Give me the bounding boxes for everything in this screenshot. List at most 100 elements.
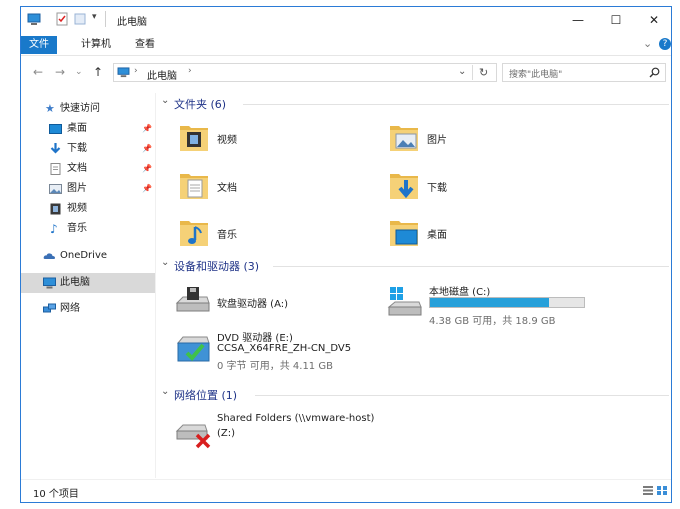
sidebar-item-label: 下载 bbox=[67, 143, 87, 154]
music-note-icon: ♪ bbox=[50, 222, 58, 236]
chevron-down-icon[interactable]: ⌄ bbox=[161, 95, 169, 106]
folder-label: 音乐 bbox=[217, 230, 237, 241]
folder-downloads[interactable]: 下载 bbox=[389, 167, 559, 207]
group-header-folders[interactable]: ⌄ 文件夹 (6) bbox=[161, 95, 669, 113]
group-divider bbox=[273, 266, 669, 267]
expand-ribbon-icon[interactable]: ⌄ bbox=[643, 37, 652, 50]
group-header-network[interactable]: ⌄ 网络位置 (1) bbox=[161, 386, 669, 404]
computer-icon bbox=[43, 277, 56, 289]
navigation-pane: ★ 快速访问 桌面 📌 下载 📌 文档 📌 图片 📌 视频 ♪ 音乐 OneDr… bbox=[21, 93, 156, 478]
sidebar-item-label: 桌面 bbox=[67, 123, 87, 134]
large-icons-view-icon[interactable] bbox=[657, 486, 667, 495]
picture-folder-icon bbox=[390, 126, 418, 151]
group-divider bbox=[255, 395, 669, 396]
details-view-icon[interactable] bbox=[643, 486, 653, 495]
folder-documents[interactable]: 文档 bbox=[179, 167, 349, 207]
sidebar-item-label: 图片 bbox=[67, 183, 87, 194]
drive-label: Shared Folders (\\vmware-host) bbox=[217, 413, 375, 424]
sidebar-item-label: 此电脑 bbox=[60, 277, 90, 288]
maximize-button[interactable]: ☐ bbox=[597, 7, 635, 33]
sidebar-item-pictures[interactable]: 图片 📌 bbox=[21, 179, 155, 199]
group-header-devices[interactable]: ⌄ 设备和驱动器 (3) bbox=[161, 257, 669, 275]
explorer-window: ▾ 此电脑 — ☐ ✕ 文件 计算机 查看 ⌄ ? ← → ⌄ ↑ › 此电脑 … bbox=[20, 6, 672, 503]
download-folder-icon bbox=[390, 174, 418, 199]
sidebar-item-desktop[interactable]: 桌面 📌 bbox=[21, 119, 155, 139]
drive-usage-fill bbox=[430, 298, 549, 307]
chevron-down-icon[interactable]: ⌄ bbox=[161, 386, 169, 397]
forward-button[interactable]: → bbox=[55, 65, 65, 79]
address-dropdown-icon[interactable]: ⌄ bbox=[458, 66, 466, 77]
drive-usage-bar bbox=[429, 297, 585, 308]
network-icon bbox=[43, 303, 56, 313]
recent-locations-button[interactable]: ⌄ bbox=[75, 67, 83, 77]
folder-label: 视频 bbox=[217, 135, 237, 146]
new-folder-icon[interactable] bbox=[73, 12, 87, 26]
video-icon bbox=[50, 203, 61, 215]
window-title: 此电脑 bbox=[117, 17, 147, 28]
search-placeholder: 搜索"此电脑" bbox=[509, 70, 563, 80]
search-box[interactable]: 搜索"此电脑" bbox=[502, 63, 666, 82]
tab-view[interactable]: 查看 bbox=[127, 36, 163, 54]
help-icon[interactable]: ? bbox=[659, 38, 671, 50]
disconnected-network-drive-icon bbox=[175, 424, 211, 449]
picture-icon bbox=[49, 184, 62, 194]
sidebar-item-documents[interactable]: 文档 📌 bbox=[21, 159, 155, 179]
content-area: ⌄ 文件夹 (6) 视频 图片 文档 下载 音乐 桌面 ⌄ 设备和驱动器 (3)… bbox=[161, 93, 671, 478]
folder-label: 下载 bbox=[427, 183, 447, 194]
tab-file[interactable]: 文件 bbox=[21, 36, 57, 54]
properties-icon[interactable] bbox=[55, 12, 69, 26]
sidebar-item-label: 网络 bbox=[60, 303, 80, 314]
address-bar[interactable]: › 此电脑 › ⌄ ↻ bbox=[113, 63, 497, 82]
pin-icon[interactable]: 📌 bbox=[142, 119, 152, 139]
pin-icon[interactable]: 📌 bbox=[142, 179, 152, 199]
drive-label: 本地磁盘 (C:) bbox=[429, 287, 491, 298]
sidebar-item-music[interactable]: ♪ 音乐 bbox=[21, 219, 155, 239]
drive-floppy-a[interactable]: 软盘驱动器 (A:) bbox=[175, 283, 375, 323]
chevron-down-icon[interactable]: ⌄ bbox=[161, 257, 169, 268]
drive-local-c[interactable]: 本地磁盘 (C:) 4.38 GB 可用，共 18.9 GB bbox=[387, 283, 647, 329]
sidebar-item-label: 视频 bbox=[67, 203, 87, 214]
group-title: 设备和驱动器 (3) bbox=[174, 260, 260, 273]
pin-icon[interactable]: 📌 bbox=[142, 159, 152, 179]
sidebar-item-quick-access[interactable]: ★ 快速访问 bbox=[21, 99, 155, 119]
network-drive-z[interactable]: Shared Folders (\\vmware-host) (Z:) bbox=[175, 411, 415, 455]
group-title: 文件夹 (6) bbox=[174, 98, 227, 111]
customize-quick-access-icon[interactable]: ▾ bbox=[92, 12, 97, 22]
sidebar-item-this-pc[interactable]: 此电脑 bbox=[21, 273, 155, 293]
volume-label: CCSA_X64FRE_ZH-CN_DV5 bbox=[217, 343, 352, 354]
sidebar-item-label: OneDrive bbox=[60, 250, 108, 261]
drive-dvd-e[interactable]: DVD 驱动器 (E:) CCSA_X64FRE_ZH-CN_DV5 0 字节 … bbox=[175, 329, 435, 377]
pin-icon[interactable]: 📌 bbox=[142, 139, 152, 159]
drive-letter: (Z:) bbox=[217, 428, 236, 439]
search-icon[interactable] bbox=[649, 67, 660, 78]
folder-pictures[interactable]: 图片 bbox=[389, 119, 559, 159]
folder-label: 文档 bbox=[217, 183, 237, 194]
folder-music[interactable]: 音乐 bbox=[179, 214, 349, 254]
document-icon bbox=[50, 163, 61, 175]
up-button[interactable]: ↑ bbox=[93, 65, 103, 79]
cloud-icon bbox=[43, 253, 55, 259]
video-folder-icon bbox=[180, 126, 208, 151]
breadcrumb-chevron-icon[interactable]: › bbox=[188, 66, 192, 76]
sidebar-item-downloads[interactable]: 下载 📌 bbox=[21, 139, 155, 159]
breadcrumb-chevron-icon[interactable]: › bbox=[134, 66, 138, 76]
minimize-button[interactable]: — bbox=[559, 7, 597, 33]
sidebar-item-label: 文档 bbox=[67, 163, 87, 174]
folder-desktop[interactable]: 桌面 bbox=[389, 214, 559, 254]
refresh-button[interactable]: ↻ bbox=[479, 66, 488, 79]
sidebar-item-onedrive[interactable]: OneDrive bbox=[21, 246, 155, 266]
drive-label: 软盘驱动器 (A:) bbox=[217, 299, 289, 310]
folder-label: 图片 bbox=[427, 135, 447, 146]
close-button[interactable]: ✕ bbox=[635, 7, 673, 33]
breadcrumb-this-pc[interactable]: 此电脑 bbox=[147, 67, 177, 82]
item-count: 10 个项目 bbox=[33, 489, 79, 500]
sidebar-item-videos[interactable]: 视频 bbox=[21, 199, 155, 219]
back-button[interactable]: ← bbox=[33, 65, 43, 79]
title-bar: ▾ 此电脑 — ☐ ✕ bbox=[21, 7, 671, 33]
desktop-icon bbox=[49, 124, 62, 134]
folder-videos[interactable]: 视频 bbox=[179, 119, 349, 159]
drive-space-text: 4.38 GB 可用，共 18.9 GB bbox=[429, 316, 556, 327]
sidebar-item-network[interactable]: 网络 bbox=[21, 299, 155, 319]
tab-computer[interactable]: 计算机 bbox=[73, 36, 119, 54]
drive-space-text: 0 字节 可用，共 4.11 GB bbox=[217, 361, 333, 372]
